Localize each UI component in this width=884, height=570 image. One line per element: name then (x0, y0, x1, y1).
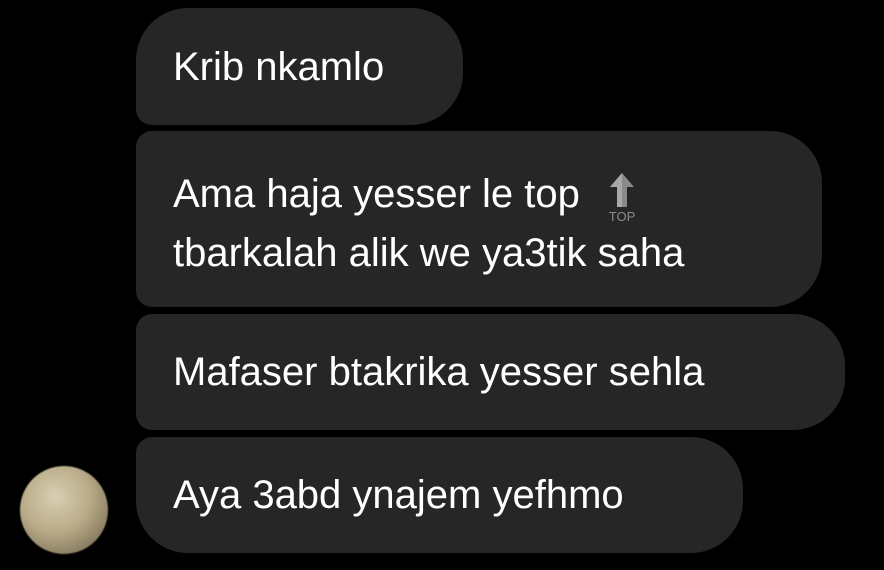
emoji-top-label: TOP (609, 209, 636, 224)
avatar[interactable] (20, 466, 108, 554)
message-bubble[interactable]: Krib nkamlo (136, 8, 463, 125)
message-text-line: tbarkalah alik we ya3tik saha (173, 231, 685, 275)
top-arrow-icon: TOP (609, 173, 636, 224)
message-text: Aya 3abd ynajem yefhmo (173, 473, 624, 517)
message-text-line: Ama haja yesser le top TOP (173, 166, 785, 225)
message-text: Mafaser btakrika yesser sehla (173, 350, 705, 394)
message-bubble[interactable]: Mafaser btakrika yesser sehla (136, 314, 845, 430)
message-bubble[interactable]: Aya 3abd ynajem yefhmo (136, 437, 743, 553)
message-text: Krib nkamlo (173, 45, 385, 89)
message-bubble[interactable]: Ama haja yesser le top TOP tbarkalah ali… (136, 131, 822, 307)
